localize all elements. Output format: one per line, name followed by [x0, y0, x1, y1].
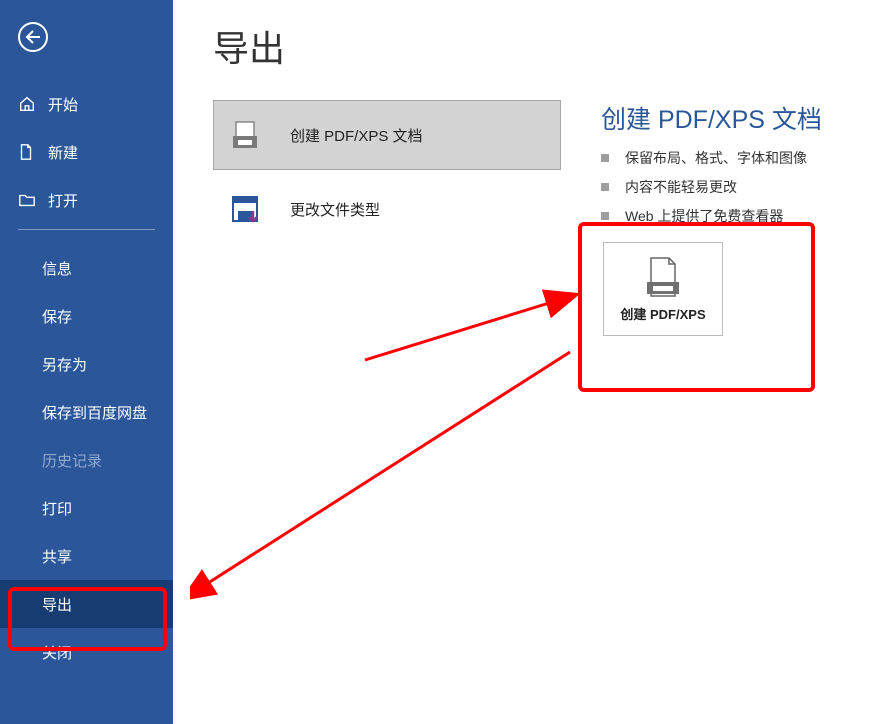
folder-icon [18, 192, 38, 208]
main-content: 导出 创建 PDF/XPS 文档 [173, 0, 896, 724]
sidebar-item-home[interactable]: 开始 [0, 80, 173, 128]
pdf-icon [228, 118, 262, 152]
sidebar-item-close[interactable]: 关闭 [0, 628, 173, 676]
create-pdf-xps-button[interactable]: 创建 PDF/XPS [603, 242, 723, 336]
bullet-icon [601, 212, 609, 220]
sidebar-item-label: 关闭 [42, 642, 173, 663]
page-title: 导出 [213, 20, 866, 72]
sidebar-item-share[interactable]: 共享 [0, 532, 173, 580]
arrow-left-icon [25, 30, 41, 44]
sidebar-item-history: 历史记录 [0, 436, 173, 484]
bullet-icon [601, 154, 609, 162]
sidebar-item-print[interactable]: 打印 [0, 484, 173, 532]
sidebar-item-save[interactable]: 保存 [0, 292, 173, 340]
sidebar-item-label: 新建 [48, 142, 173, 163]
home-icon [18, 95, 38, 113]
detail-title: 创建 PDF/XPS 文档 [601, 100, 866, 136]
detail-bullet: 内容不能轻易更改 [601, 177, 866, 197]
export-options: 创建 PDF/XPS 文档 更改文件类型 [213, 100, 561, 336]
sidebar-item-export[interactable]: 导出 [0, 580, 173, 628]
sidebar-item-save-baidu[interactable]: 保存到百度网盘 [0, 388, 173, 436]
content-row: 创建 PDF/XPS 文档 更改文件类型 创建 PDF/XPS 文档 保留布 [213, 100, 866, 336]
sidebar-item-label: 信息 [42, 258, 173, 279]
sidebar-item-label: 保存到百度网盘 [42, 402, 173, 423]
sidebar-item-label: 保存 [42, 306, 173, 327]
detail-bullet: 保留布局、格式、字体和图像 [601, 148, 866, 168]
export-detail: 创建 PDF/XPS 文档 保留布局、格式、字体和图像 内容不能轻易更改 Web… [601, 100, 866, 336]
option-change-file-type[interactable]: 更改文件类型 [213, 174, 561, 244]
sidebar-item-label: 打开 [48, 190, 173, 211]
sidebar-item-new[interactable]: 新建 [0, 128, 173, 176]
bullet-text: 内容不能轻易更改 [625, 177, 737, 197]
save-as-icon [228, 192, 262, 226]
option-label: 更改文件类型 [290, 199, 380, 220]
sidebar-item-open[interactable]: 打开 [0, 176, 173, 224]
sidebar-item-label: 历史记录 [42, 450, 173, 471]
sidebar-item-info[interactable]: 信息 [0, 244, 173, 292]
detail-bullet: Web 上提供了免费查看器 [601, 206, 866, 226]
document-icon [18, 143, 38, 161]
option-label: 创建 PDF/XPS 文档 [290, 125, 423, 146]
option-create-pdf-xps[interactable]: 创建 PDF/XPS 文档 [213, 100, 561, 170]
sidebar-item-label: 导出 [42, 594, 173, 615]
sidebar-item-label: 开始 [48, 94, 173, 115]
sidebar-item-label: 另存为 [42, 354, 173, 375]
sidebar-item-label: 共享 [42, 546, 173, 567]
sidebar-item-save-as[interactable]: 另存为 [0, 340, 173, 388]
sidebar-divider [18, 229, 155, 230]
sidebar-item-label: 打印 [42, 498, 173, 519]
button-label: 创建 PDF/XPS [620, 304, 705, 323]
back-button[interactable] [18, 22, 48, 52]
pdf-doc-icon [645, 256, 681, 298]
bullet-icon [601, 183, 609, 191]
bullet-text: 保留布局、格式、字体和图像 [625, 148, 807, 168]
sidebar: 开始 新建 打开 信息 保存 另存为 保存到百度网盘 历史记录 打印 共享 导出… [0, 0, 173, 724]
bullet-text: Web 上提供了免费查看器 [625, 206, 783, 226]
